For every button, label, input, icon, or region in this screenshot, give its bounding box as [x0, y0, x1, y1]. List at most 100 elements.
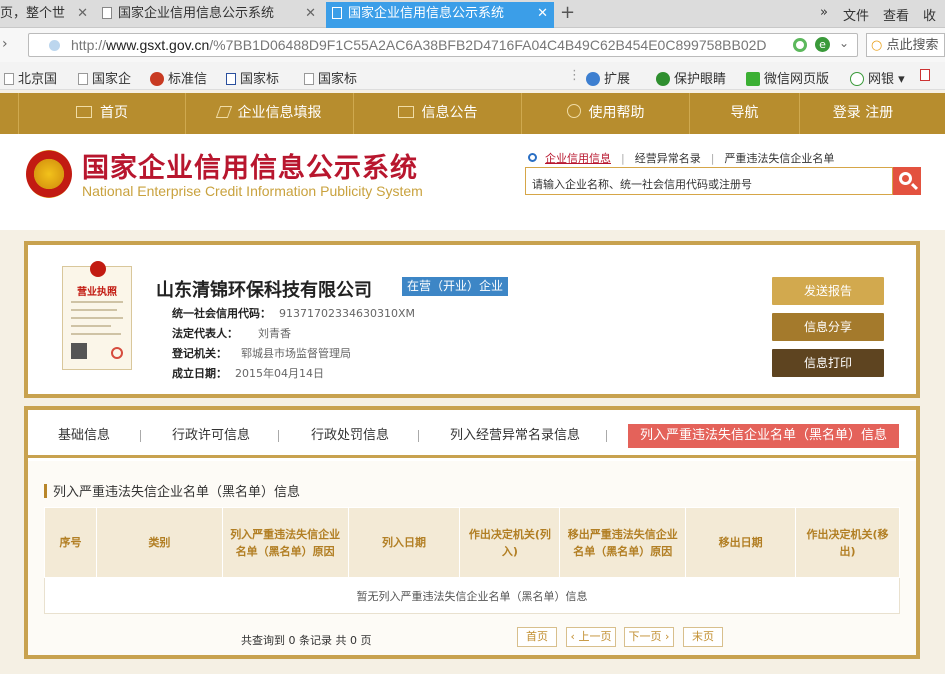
- nav-navigation[interactable]: 导航: [690, 93, 800, 134]
- column-header: 类别: [95, 507, 223, 578]
- search-icon: [528, 153, 537, 162]
- column-header: 序号: [44, 507, 97, 578]
- wechat-icon: [746, 72, 760, 86]
- tab-abnormal-list[interactable]: 列入经营异常名录信息: [450, 424, 580, 448]
- eye-icon: [656, 72, 670, 86]
- company-name: 山东清锦环保科技有限公司: [156, 280, 372, 301]
- share-info-button[interactable]: 信息分享: [772, 313, 884, 341]
- nav-help[interactable]: 使用帮助: [522, 93, 690, 134]
- close-icon[interactable]: ✕: [77, 2, 88, 26]
- tab-basic-info[interactable]: 基础信息: [58, 424, 110, 448]
- pencil-icon: [215, 106, 232, 118]
- close-icon[interactable]: ✕: [305, 2, 316, 26]
- bookmark-item[interactable]: 国家标: [304, 68, 357, 87]
- address-bar[interactable]: http://www.gsxt.gov.cn/%7BB1D06488D9F1C5…: [28, 33, 858, 57]
- puzzle-icon: [586, 72, 600, 86]
- last-page-button[interactable]: 末页: [683, 627, 723, 647]
- search-type-tabs: 企业信用信息 | 经营异常名录 | 严重违法失信企业名单: [528, 150, 834, 166]
- browser-search-box[interactable]: ○ 点此搜索: [866, 33, 945, 57]
- chevron-right-icon[interactable]: »: [820, 5, 828, 20]
- menu-view[interactable]: 查看: [883, 5, 909, 24]
- extensions-button[interactable]: 扩展: [586, 68, 630, 87]
- browser-search-placeholder: 点此搜索: [886, 38, 939, 53]
- menu-file[interactable]: 文件: [843, 5, 869, 24]
- search-tab-blacklist[interactable]: 严重违法失信企业名单: [724, 152, 834, 165]
- nav-info-filing[interactable]: 企业信息填报: [186, 93, 354, 134]
- monitor-icon: [76, 106, 92, 118]
- detail-tabs: 基础信息 行政许可信息 行政处罚信息 列入经营异常名录信息 列入严重违法失信企业…: [28, 410, 916, 458]
- bookmark-item[interactable]: 北京国: [4, 68, 57, 87]
- section-title: 列入严重违法失信企业名单（黑名单）信息: [44, 481, 300, 500]
- print-info-button[interactable]: 信息打印: [772, 349, 884, 377]
- login-link[interactable]: 登录: [833, 105, 861, 121]
- next-page-button[interactable]: 下一页 ›: [624, 627, 674, 647]
- national-emblem-logo: [26, 150, 72, 198]
- back-arrow-icon[interactable]: ›: [2, 36, 8, 52]
- nav-home[interactable]: 首页: [18, 93, 186, 134]
- bookmark-item[interactable]: 国家企: [78, 68, 131, 87]
- pager-info: 共查询到 0 条记录 共 0 页: [241, 634, 372, 647]
- browser-engine-icon[interactable]: e: [815, 37, 830, 52]
- pdf-icon[interactable]: [920, 68, 934, 83]
- eye-protect-button[interactable]: 保护眼睛: [656, 68, 726, 87]
- blacklist-section: 列入严重违法失信企业名单（黑名单）信息 序号 类别 列入严重违法失信企业名单（黑…: [28, 461, 916, 655]
- business-license-image: 营业执照: [62, 261, 132, 370]
- first-page-button[interactable]: 首页: [517, 627, 557, 647]
- search-icon: ○: [871, 38, 883, 53]
- site-subtitle: National Enterprise Credit Information P…: [82, 183, 423, 199]
- bookmark-item[interactable]: 国家标: [226, 68, 279, 87]
- column-header: 作出决定机关(列入): [459, 507, 561, 578]
- browser-tabbar: 页，整个世 ✕ 国家企业信用信息公示系统 ✕ 国家企业信用信息公示系统 ✕ + …: [0, 0, 945, 28]
- grip-icon: ⋮: [568, 68, 581, 83]
- refresh-icon[interactable]: [793, 38, 807, 52]
- page-icon: [102, 7, 112, 19]
- browser-tab-2[interactable]: 国家企业信用信息公示系统 ✕: [96, 2, 322, 28]
- browser-tab-label: 国家企业信用信息公示系统: [118, 6, 275, 21]
- info-registry: 登记机关： 郓城县市场监督管理局: [172, 347, 351, 360]
- notice-icon: [397, 106, 414, 118]
- table-row: 暂无列入严重违法失信企业名单（黑名单）信息: [44, 577, 900, 614]
- bookmarks-bar: 北京国 国家企 标准信 国家标 国家标 ⋮ 扩展 保护眼睛 微信网页版 网银 ▾: [0, 62, 945, 90]
- browser-tab-label: 国家企业信用信息公示系统: [348, 6, 505, 21]
- send-report-button[interactable]: 发送报告: [772, 277, 884, 305]
- prev-page-button[interactable]: ‹ 上一页: [566, 627, 616, 647]
- site-nav: 首页 企业信息填报 信息公告 使用帮助 导航 登录 注册: [0, 93, 945, 134]
- search-input[interactable]: 请输入企业名称、统一社会信用代码或注册号: [525, 167, 893, 195]
- nav-announcements[interactable]: 信息公告: [354, 93, 522, 134]
- qr-code-icon: [71, 343, 87, 359]
- new-tab-button[interactable]: +: [560, 2, 575, 23]
- register-link[interactable]: 注册: [865, 105, 893, 121]
- tab-admin-license[interactable]: 行政许可信息: [172, 424, 250, 448]
- document-icon: [226, 73, 236, 85]
- url-text: http://www.gsxt.gov.cn/%7BB1D06488D9F1C5…: [71, 37, 767, 53]
- site-title: 国家企业信用信息公示系统: [82, 153, 418, 184]
- address-bar-row: http://www.gsxt.gov.cn/%7BB1D06488D9F1C5…: [0, 28, 945, 62]
- bank-button[interactable]: 网银 ▾: [850, 68, 905, 87]
- page-icon: [78, 73, 88, 85]
- globe-icon: [49, 40, 60, 51]
- tab-blacklist[interactable]: 列入严重违法失信企业名单（黑名单）信息: [628, 424, 900, 448]
- company-card: 营业执照 山东清锦环保科技有限公司 在营（开业）企业 统一社会信用代码： 9137…: [24, 241, 920, 398]
- wechat-web-button[interactable]: 微信网页版: [746, 68, 829, 87]
- page-icon: [332, 7, 342, 19]
- info-established: 成立日期： 2015年04月14日: [172, 367, 324, 380]
- page-icon: [4, 73, 14, 85]
- browser-tab-3-active[interactable]: 国家企业信用信息公示系统 ✕: [326, 2, 554, 28]
- column-header: 列入日期: [347, 507, 461, 578]
- search-tab-credit[interactable]: 企业信用信息: [545, 152, 611, 165]
- browser-tab-label: 页，整个世: [0, 6, 66, 21]
- search-tab-abnormal[interactable]: 经营异常名录: [635, 152, 701, 165]
- close-icon[interactable]: ✕: [537, 2, 548, 26]
- search-button[interactable]: [893, 167, 921, 195]
- menu-more[interactable]: 收: [923, 5, 936, 24]
- chevron-down-icon[interactable]: ⌄: [839, 36, 849, 50]
- info-legal-rep: 法定代表人： 刘青香: [172, 327, 291, 340]
- table-header-row: 序号 类别 列入严重违法失信企业名单（黑名单）原因 列入日期 作出决定机关(列入…: [44, 507, 900, 578]
- site-header: 国家企业信用信息公示系统 National Enterprise Credit …: [0, 134, 945, 230]
- browser-tab-1[interactable]: 页，整个世 ✕: [0, 2, 94, 28]
- column-header: 移出日期: [685, 507, 797, 578]
- bookmark-item[interactable]: 标准信: [150, 68, 207, 87]
- column-header: 移出严重违法失信企业名单（黑名单）原因: [559, 507, 687, 578]
- stamp-icon: [111, 347, 123, 359]
- tab-admin-penalty[interactable]: 行政处罚信息: [311, 424, 389, 448]
